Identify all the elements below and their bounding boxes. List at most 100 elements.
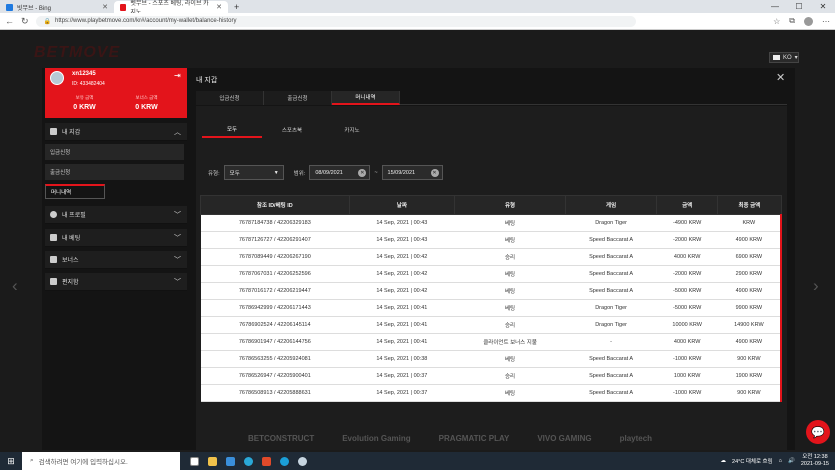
betmove-favicon-icon [120,3,127,11]
sidebar-item-bonus[interactable]: 보너스 ﹀ [45,251,187,269]
sidebar-subitem-money-history[interactable]: 머니내역 [45,184,105,199]
table-row: 76786902524 / 42206145114 14 Sep, 2021 | … [200,316,783,334]
sidebar-item-label: 내 지갑 [62,130,81,136]
sidebar-subitem-deposit[interactable]: 입금신청 [45,144,184,160]
type-select[interactable]: 모두 ▼ [223,165,284,180]
sidebar-item-wallet[interactable]: 내 지갑 ︿ [45,123,187,141]
network-icon[interactable]: ⌂ [779,458,782,464]
subtab-sportsbook[interactable]: 스포츠북 [262,122,322,138]
close-tab-icon[interactable]: ✕ [216,3,222,11]
subtab-all[interactable]: 모두 [202,122,262,138]
table-header-row: 참조 ID/베팅 ID 날짜 유형 게임 금액 최종 금액 [200,195,782,215]
clear-date-icon[interactable]: ✕ [358,168,367,177]
wallet-modal: xn12345 ID: 433482404 ⇥ 보유 금액 0 KRW 보너스 … [42,68,795,450]
steam-icon[interactable] [298,456,307,466]
table-cell: 76786902524 / 42206145114 [200,316,350,334]
browser-tab-betmove[interactable]: 벳무브 - 스포츠 베팅, 라이브 카지노 ✕ [114,1,228,16]
refresh-icon[interactable]: ↻ [21,16,29,27]
table-row: 76787067031 / 42206252596 14 Sep, 2021 | … [200,265,783,283]
tab-withdraw[interactable]: 출금신청 [264,91,332,105]
table-cell: 14 Sep, 2021 | 00:42 [349,265,455,283]
weather-icon: ☁ [720,458,727,464]
table-cell: 14 Sep, 2021 | 00:43 [349,214,455,232]
close-tab-icon[interactable]: ✕ [102,3,108,11]
site-background: BETMOVE KO ▾ ‹ › xn12345 ID: 433482404 ⇥… [0,30,835,452]
language-selector[interactable]: KO ▾ [769,52,799,63]
table-cell: 900 KRW [717,350,783,368]
task-view-icon[interactable] [190,456,199,466]
site-logo[interactable]: BETMOVE [34,44,120,62]
tab-deposit[interactable]: 입금신청 [196,91,264,105]
bonus-label: 보너스 금액 [135,95,158,100]
wallet-tabs: 입금신청 출금신청 머니내역 [196,91,787,105]
edge-icon[interactable] [244,456,253,466]
table-cell: Speed Baccarat A [565,350,657,368]
clear-date-icon[interactable]: ✕ [430,168,439,177]
table-cell: 14 Sep, 2021 | 00:38 [349,350,455,368]
date-to-field[interactable]: 15/09/2021 ✕ [381,165,443,180]
close-window-icon[interactable]: ✕ [811,0,835,13]
table-cell: Dragon Tiger [565,299,657,317]
sidebar-item-profile[interactable]: 내 프로필 ﹀ [45,206,187,224]
table-cell: 14 Sep, 2021 | 00:42 [349,282,455,300]
bonus-value: 0 KRW [135,104,158,111]
taskbar-apps [190,456,307,466]
sidebar-subitem-withdraw[interactable]: 출금신청 [45,164,184,180]
column-header: 금액 [656,195,719,215]
table-cell: -2000 KRW [656,265,718,283]
date-from-field[interactable]: 08/09/2021 ✕ [309,165,371,180]
tab-money-history[interactable]: 머니내역 [332,91,400,105]
carousel-next-icon[interactable]: › [813,276,819,296]
search-icon: ⌕ [30,457,34,464]
url-field[interactable]: 🔒 https://www.playbetmove.com/kr#/accoun… [35,15,636,27]
minimize-icon[interactable]: — [763,0,787,13]
avatar[interactable] [50,71,64,85]
sidebar-item-bets[interactable]: 내 베팅 ﹀ [45,229,187,247]
maximize-icon[interactable]: ☐ [787,0,811,13]
browser-tab-bing[interactable]: 빗무브 - Bing ✕ [0,1,114,13]
korea-flag-icon [773,55,780,60]
balance-label: 보유 금액 [75,95,94,100]
new-tab-button[interactable]: + [228,1,245,13]
filter-bar: 유형: 모두 ▼ 범위: 08/09/2021 ✕ ~ 15/09/2021 ✕ [208,165,443,180]
logout-icon[interactable]: ⇥ [174,71,181,80]
app-icon[interactable] [262,456,271,466]
browser-icon[interactable] [280,456,289,466]
store-icon[interactable] [226,456,235,466]
table-cell: KRW [717,214,783,232]
file-explorer-icon[interactable] [208,456,217,466]
caret-down-icon: ▼ [273,169,279,176]
weather-text[interactable]: 24°C 대체로 흐림 [732,457,773,465]
table-row: 76787184738 / 42206329183 14 Sep, 2021 | … [200,214,783,232]
favorites-icon[interactable]: ☆ [773,17,780,26]
sidebar-item-messages[interactable]: 편지함 ﹀ [45,273,187,291]
clock[interactable]: 오전 12:38 2021-09-15 [801,454,829,468]
provider-logo: BETCONSTRUCT [248,434,315,443]
clock-date: 2021-09-15 [800,461,829,467]
live-chat-icon[interactable]: 💬 [806,420,830,444]
profile-card: xn12345 ID: 433482404 ⇥ 보유 금액 0 KRW 보너스 … [45,68,187,118]
table-cell: 76787126727 / 42206291407 [200,231,350,249]
subtab-casino[interactable]: 카지노 [322,122,382,138]
volume-icon[interactable]: 🔊 [788,458,795,464]
more-icon[interactable]: ⋯ [822,17,830,26]
close-icon[interactable]: ✕ [776,71,785,84]
table-cell: 900 KRW [717,384,783,402]
mail-icon [50,278,57,285]
windows-start-icon[interactable]: ⊞ [0,452,22,470]
history-table: 참조 ID/베팅 ID 날짜 유형 게임 금액 최종 금액 7678718473… [200,195,783,402]
taskbar-search[interactable]: ⌕ 검색하려면 여기에 입력하십시오. [22,452,180,470]
provider-logos: BETCONSTRUCT Evolution Gaming PRAGMATIC … [248,434,652,443]
column-header: 유형 [454,195,567,215]
carousel-prev-icon[interactable]: ‹ [12,276,18,296]
tab-title: 빗무브 - Bing [17,5,51,12]
account-sidebar: xn12345 ID: 433482404 ⇥ 보유 금액 0 KRW 보너스 … [42,68,187,450]
table-cell: 4900 KRW [717,282,783,300]
collections-icon[interactable]: ⧉ [789,16,795,26]
profile-avatar-icon[interactable] [804,16,813,26]
back-icon[interactable]: ← [5,16,14,26]
table-cell: 4900 KRW [717,231,783,249]
browser-tab-bar: 빗무브 - Bing ✕ 벳무브 - 스포츠 베팅, 라이브 카지노 ✕ + —… [0,0,835,16]
gift-icon [50,256,57,263]
table-cell: 76786563255 / 42205924081 [200,350,350,368]
